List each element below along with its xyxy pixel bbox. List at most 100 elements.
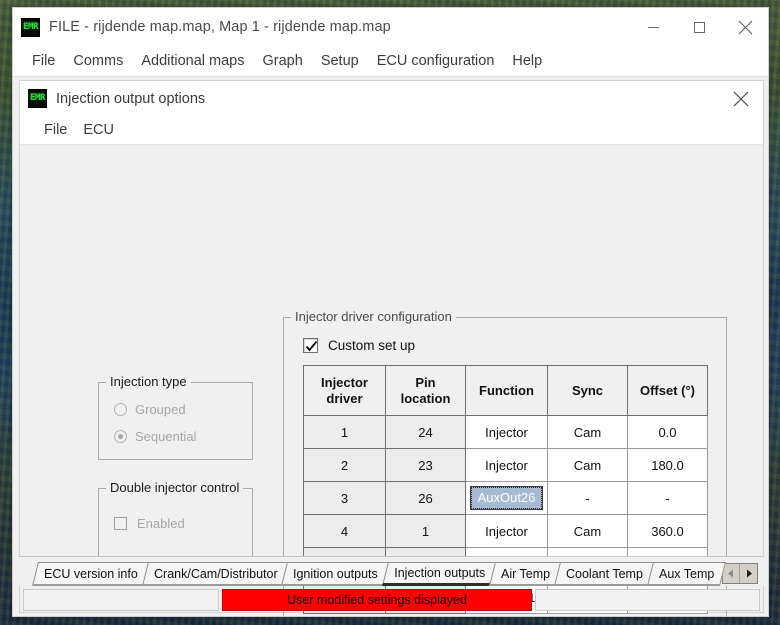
main-application-window: EMR FILE - rijdende map.map, Map 1 - rij…: [12, 7, 769, 617]
cell-pin[interactable]: 1: [385, 514, 466, 548]
cell-driver[interactable]: 2: [303, 448, 386, 482]
cell-driver[interactable]: 3: [303, 481, 386, 515]
cell-offset[interactable]: 360.0: [627, 514, 708, 548]
table-header-row: Injector driver Pin location Function Sy…: [303, 365, 708, 416]
menu-item-help[interactable]: Help: [503, 51, 551, 71]
column-header-injector-driver: Injector driver: [303, 365, 386, 416]
table-row: 4 1 Injector Cam 360.0: [303, 514, 708, 548]
dialog-menu-item-file[interactable]: File: [36, 120, 75, 140]
injection-type-group: Injection type Grouped Sequential: [98, 374, 253, 460]
cell-function-selected[interactable]: AuxOut26: [465, 481, 548, 515]
dialog-emr-icon: EMR: [28, 89, 47, 108]
checkbox-enabled-label: Enabled: [137, 516, 185, 531]
bottom-tab-strip: ECU version info Crank/Cam/Distributor I…: [19, 556, 764, 586]
tab-scroll-buttons: [722, 563, 758, 584]
status-pane-left: [23, 589, 219, 611]
column-header-function: Function: [465, 365, 548, 416]
main-window-title: FILE - rijdende map.map, Map 1 - rijdend…: [49, 19, 391, 35]
column-header-pin-location: Pin location: [385, 365, 466, 416]
col-pin-location-line2: location: [400, 390, 451, 406]
tab-ignition-outputs[interactable]: Ignition outputs: [281, 562, 391, 586]
cell-driver[interactable]: 4: [303, 514, 386, 548]
double-injector-control-group: Double injector control Enabled: [98, 480, 253, 564]
menu-item-ecu-configuration[interactable]: ECU configuration: [368, 51, 504, 71]
col-injector-driver-line1: Injector: [321, 375, 368, 391]
cell-pin[interactable]: 23: [385, 448, 466, 482]
status-message: User modified settings displayed: [222, 589, 532, 611]
tab-crank-cam-distributor[interactable]: Crank/Cam/Distributor: [141, 562, 290, 586]
dialog-menu-item-ecu[interactable]: ECU: [75, 120, 122, 140]
injection-type-frame: [98, 382, 253, 460]
custom-setup-box: [303, 338, 318, 353]
dialog-body: Injection type Grouped Sequential Double…: [20, 145, 763, 616]
main-title-bar: EMR FILE - rijdende map.map, Map 1 - rij…: [13, 8, 768, 46]
tab-injection-outputs[interactable]: Injection outputs: [382, 562, 498, 586]
tab-ecu-version-info[interactable]: ECU version info: [32, 562, 150, 586]
emr-app-icon: EMR: [21, 17, 40, 37]
col-offset-line1: Offset (°): [639, 382, 696, 398]
cell-sync[interactable]: Cam: [547, 448, 628, 482]
cell-pin[interactable]: 26: [385, 481, 466, 515]
arrow-right-icon[interactable]: [740, 564, 757, 583]
dialog-menu-bar: File ECU: [20, 116, 763, 145]
tab-label: Ignition outputs: [293, 566, 379, 581]
tab-label: Air Temp: [501, 566, 551, 581]
cell-function[interactable]: Injector: [465, 415, 548, 449]
dialog-title: Injection output options: [56, 90, 206, 107]
main-menu-bar: File Comms Additional maps Graph Setup E…: [13, 46, 768, 77]
minimize-icon[interactable]: [630, 8, 676, 46]
status-bar: User modified settings displayed: [19, 587, 764, 613]
tab-label: Aux Temp: [659, 566, 715, 581]
cell-offset[interactable]: -: [627, 481, 708, 515]
tab-label: Injection outputs: [394, 566, 486, 580]
radio-grouped-mark: [114, 403, 127, 416]
radio-grouped[interactable]: Grouped: [114, 402, 186, 417]
radio-sequential-mark: [114, 430, 127, 443]
tab-label: Coolant Temp: [566, 566, 644, 581]
maximize-icon[interactable]: [676, 8, 722, 46]
driver-config-legend: Injector driver configuration: [291, 309, 456, 324]
dialog-title-bar: EMR Injection output options: [20, 81, 763, 116]
mdi-client-area: EMR Injection output options File ECU In…: [13, 77, 768, 616]
cell-driver[interactable]: 1: [303, 415, 386, 449]
tab-aux-temp[interactable]: Aux Temp: [647, 562, 727, 586]
col-function-line1: Function: [479, 382, 534, 398]
cell-offset[interactable]: 180.0: [627, 448, 708, 482]
cell-function[interactable]: Injector: [465, 514, 548, 548]
checkbox-double-injector-enabled[interactable]: Enabled: [114, 516, 185, 531]
radio-sequential[interactable]: Sequential: [114, 429, 196, 444]
tab-list: ECU version info Crank/Cam/Distributor I…: [32, 562, 727, 586]
table-row: 1 24 Injector Cam 0.0: [303, 415, 708, 449]
cell-function[interactable]: Injector: [465, 448, 548, 482]
cell-offset[interactable]: 0.0: [627, 415, 708, 449]
cell-sync[interactable]: -: [547, 481, 628, 515]
menu-item-comms[interactable]: Comms: [64, 51, 132, 71]
radio-grouped-label: Grouped: [135, 402, 186, 417]
tab-coolant-temp[interactable]: Coolant Temp: [554, 562, 656, 586]
radio-sequential-label: Sequential: [135, 429, 197, 444]
arrow-left-icon[interactable]: [723, 564, 740, 583]
cell-sync[interactable]: Cam: [547, 415, 628, 449]
tab-label: ECU version info: [44, 566, 138, 581]
tab-label: Crank/Cam/Distributor: [153, 566, 278, 581]
column-header-offset: Offset (°): [627, 365, 708, 416]
injection-output-options-dialog: EMR Injection output options File ECU In…: [19, 80, 764, 616]
cell-sync[interactable]: Cam: [547, 514, 628, 548]
dialog-close-icon[interactable]: [719, 81, 763, 116]
menu-item-additional-maps[interactable]: Additional maps: [132, 51, 253, 71]
window-controls: [630, 8, 768, 46]
close-icon[interactable]: [722, 8, 768, 46]
cell-pin[interactable]: 24: [385, 415, 466, 449]
column-header-sync: Sync: [547, 365, 628, 416]
table-row: 3 26 AuxOut26 - -: [303, 481, 708, 515]
double-injector-legend: Double injector control: [106, 480, 244, 495]
selected-cell-value: AuxOut26: [469, 485, 544, 511]
menu-item-setup[interactable]: Setup: [312, 51, 368, 71]
checkbox-custom-setup[interactable]: Custom set up: [303, 338, 415, 353]
tab-air-temp[interactable]: Air Temp: [489, 562, 563, 586]
status-pane-right: [535, 589, 760, 611]
col-pin-location-line1: Pin: [415, 375, 436, 391]
menu-item-file[interactable]: File: [23, 51, 64, 71]
injection-type-legend: Injection type: [106, 374, 191, 389]
menu-item-graph[interactable]: Graph: [254, 51, 312, 71]
